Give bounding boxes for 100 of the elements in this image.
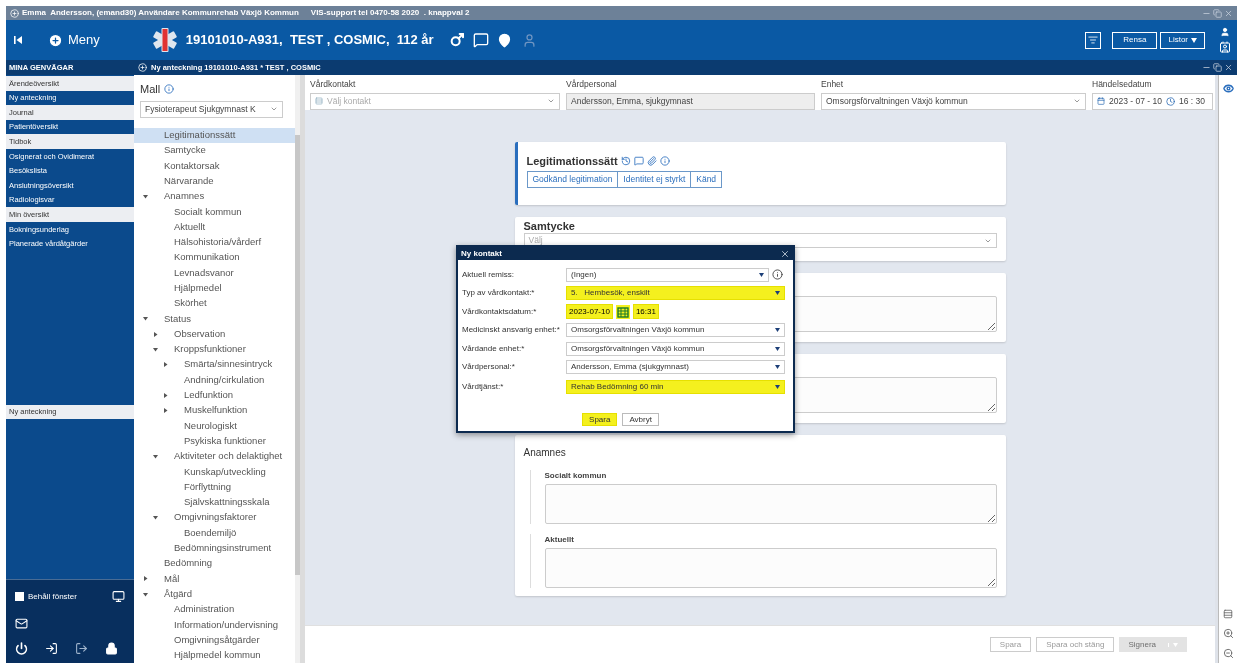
speech-bubble-icon[interactable]: [472, 32, 489, 48]
tree-item[interactable]: Kroppsfunktioner: [134, 341, 295, 357]
tree-item[interactable]: Hälsohistoria/vårderf: [134, 234, 295, 250]
filter-button[interactable]: [1085, 31, 1102, 49]
tree-item[interactable]: Boendemiljö: [134, 525, 295, 541]
location-pin-icon[interactable]: [496, 32, 512, 48]
tree-item[interactable]: Skörhet: [134, 295, 295, 312]
tree-item[interactable]: Muskelfunktion: [134, 402, 295, 419]
mail-icon[interactable]: [15, 617, 28, 630]
time-field[interactable]: 16:31: [632, 304, 659, 319]
date-field[interactable]: 2023-07-10: [566, 304, 613, 319]
lock-icon[interactable]: [105, 642, 118, 655]
calendar-icon[interactable]: [1097, 97, 1105, 106]
tree-item[interactable]: Legitimationssätt: [134, 127, 295, 143]
user-icon[interactable]: [1220, 27, 1230, 37]
caret-icon: [759, 272, 764, 277]
clear-button[interactable]: Rensa: [1112, 31, 1158, 49]
tree-item[interactable]: Bedömningsinstrument: [134, 540, 295, 556]
close-icon[interactable]: [1224, 63, 1233, 72]
dropdown-field[interactable]: Omsorgsförvaltningen Växjö kommun: [821, 92, 1086, 110]
option-button[interactable]: Identitet ej styrkt: [617, 170, 692, 188]
paperclip-icon[interactable]: [646, 156, 657, 167]
tree-item[interactable]: Åtgärd: [134, 586, 295, 602]
clock-icon[interactable]: [1165, 96, 1175, 106]
logout-icon[interactable]: [75, 642, 88, 655]
tree-item[interactable]: Smärta/sinnesintryck: [134, 356, 295, 373]
tree-item[interactable]: Förflyttning: [134, 479, 295, 495]
caret-icon[interactable]: [143, 316, 148, 322]
tree-item[interactable]: Samtycke: [134, 142, 295, 159]
caret-icon[interactable]: [163, 408, 168, 413]
dropdown-field[interactable]: Rehab Bedömning 60 min: [566, 380, 785, 394]
tree-item[interactable]: Ledfunktion: [134, 387, 295, 403]
tree-item[interactable]: Status: [134, 311, 295, 327]
caret-icon[interactable]: [163, 362, 168, 368]
caret-icon[interactable]: [143, 193, 148, 199]
caret-icon[interactable]: [153, 515, 158, 521]
tree-item[interactable]: Psykiska funktioner: [134, 433, 295, 449]
tree-item[interactable]: Självskattningsskala: [134, 494, 295, 510]
tree-item[interactable]: Hjälpmedel kommun: [134, 647, 295, 663]
caret-icon[interactable]: [153, 453, 158, 459]
tree-item[interactable]: Omgivningsfaktorer: [134, 509, 295, 526]
caret-icon[interactable]: [143, 576, 148, 582]
tree-item[interactable]: Aktiviteter och delaktighet: [134, 448, 295, 465]
option-button[interactable]: Känd: [690, 170, 723, 188]
tree-item[interactable]: Kommunikation: [134, 249, 295, 266]
list-icon[interactable]: [1223, 609, 1233, 619]
caret-icon[interactable]: [143, 591, 148, 597]
tree-item[interactable]: Anamnes: [134, 188, 295, 204]
zoom-in-icon[interactable]: [1222, 628, 1234, 639]
close-icon[interactable]: [780, 248, 790, 259]
caret-icon[interactable]: [153, 346, 158, 352]
time-value[interactable]: 16 : 30: [1178, 94, 1205, 108]
dropdown-field[interactable]: Andersson, Emma (sjukgymnast): [566, 360, 785, 374]
tree-item[interactable]: Kontaktorsak: [134, 158, 295, 174]
tree-item[interactable]: Socialt kommun: [134, 204, 295, 220]
textarea-field[interactable]: [544, 484, 997, 524]
caret-icon[interactable]: [153, 331, 158, 337]
tree-item[interactable]: Administration: [134, 601, 295, 617]
caret-icon: [1173, 642, 1178, 647]
tree-item[interactable]: Andning/cirkulation: [134, 372, 295, 388]
dropdown-field[interactable]: 5. Hembesök, enskilt: [566, 286, 785, 300]
power-icon[interactable]: [15, 642, 28, 655]
menu-button[interactable]: Meny: [48, 30, 100, 50]
login-icon[interactable]: [45, 642, 58, 655]
monitor-icon[interactable]: [112, 590, 125, 603]
tree-item[interactable]: Neurologiskt: [134, 418, 295, 434]
tree-item[interactable]: Omgivningsåtgärder: [134, 632, 295, 648]
collapse-icon[interactable]: [14, 36, 22, 44]
tree-item[interactable]: Hjälpmedel: [134, 280, 295, 296]
dropdown-field[interactable]: Omsorgsförvaltningen Växjö kommun: [566, 323, 785, 337]
comment-icon[interactable]: [633, 156, 644, 167]
tree-item[interactable]: Kunskap/utveckling: [134, 464, 295, 480]
eye-icon[interactable]: [1222, 83, 1234, 94]
filter-icon: [1088, 35, 1099, 45]
zoom-out-icon[interactable]: [1222, 648, 1234, 659]
caret-icon[interactable]: [163, 392, 168, 398]
history-icon[interactable]: [620, 156, 631, 167]
dialog-button[interactable]: Spara: [582, 413, 618, 426]
lists-button[interactable]: Listor: [1160, 31, 1205, 49]
tree-item[interactable]: Observation: [134, 326, 295, 342]
tree-item[interactable]: Information/undervisning: [134, 617, 295, 633]
checkbox[interactable]: [15, 592, 24, 601]
tree-item[interactable]: Närvarande: [134, 173, 295, 189]
dropdown-field[interactable]: (Ingen): [566, 267, 769, 282]
tree-item[interactable]: Mål: [134, 571, 295, 587]
dropdown-field[interactable]: Fysioterapeut Sjukgymnast K: [140, 100, 283, 118]
date-value[interactable]: 2023 - 07 - 10: [1109, 94, 1162, 108]
contacts-icon[interactable]: [1219, 41, 1231, 53]
dialog-button[interactable]: Avbryt: [622, 413, 659, 426]
calendar-icon[interactable]: [615, 304, 630, 319]
tree-item[interactable]: Bedömning: [134, 555, 295, 572]
textarea-field[interactable]: [544, 548, 997, 588]
info-icon[interactable]: [772, 269, 783, 280]
option-button[interactable]: Godkänd legitimation: [526, 170, 619, 188]
restore-icon[interactable]: [1213, 63, 1222, 72]
field-label: Enhet: [821, 78, 845, 91]
tree-item[interactable]: Levnadsvanor: [134, 265, 295, 281]
dropdown-field[interactable]: Omsorgsförvaltningen Växjö kommun: [566, 341, 785, 356]
scrollbar[interactable]: [295, 75, 300, 663]
tree-item[interactable]: Aktuellt: [134, 219, 295, 235]
